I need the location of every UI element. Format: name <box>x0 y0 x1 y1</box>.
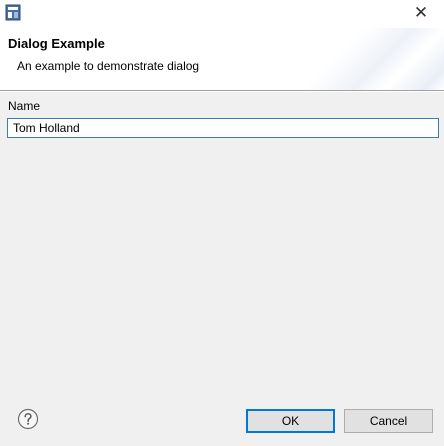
name-input[interactable] <box>7 118 439 138</box>
title-bar: ✕ <box>0 0 444 28</box>
name-label: Name <box>8 99 41 113</box>
close-icon: ✕ <box>413 3 429 22</box>
help-button[interactable] <box>17 408 39 430</box>
dialog-title: Dialog Example <box>8 36 105 51</box>
help-question-icon <box>17 408 39 430</box>
dialog-header: Dialog Example An example to demonstrate… <box>0 28 444 90</box>
dialog-description: An example to demonstrate dialog <box>17 59 200 73</box>
header-divider-highlight <box>0 91 444 92</box>
ok-button[interactable]: OK <box>246 409 335 433</box>
window-app-icon <box>5 4 21 21</box>
close-button[interactable]: ✕ <box>404 0 438 26</box>
cancel-button[interactable]: Cancel <box>344 409 433 433</box>
